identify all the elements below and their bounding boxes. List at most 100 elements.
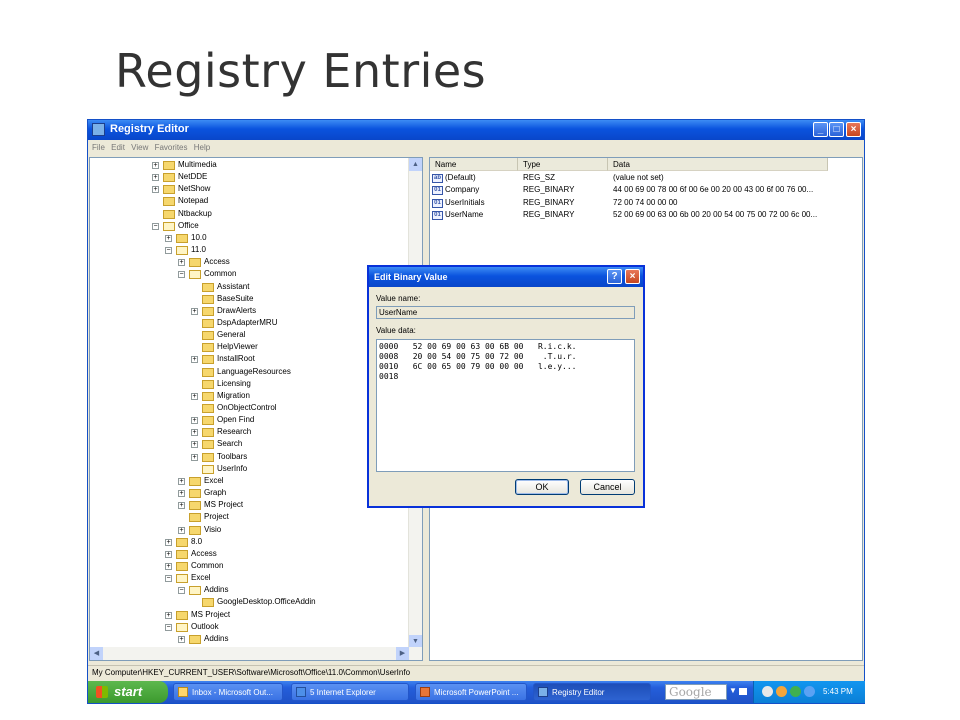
menu-bar: File Edit View Favorites Help <box>88 140 864 156</box>
expand-icon[interactable]: + <box>165 538 172 546</box>
string-value-icon: ab <box>432 174 443 183</box>
status-bar: My Computer\HKEY_CURRENT_USER\Software\M… <box>88 665 864 680</box>
list-item[interactable]: 01 Company REG_BINARY 44 00 69 00 78 00 6f … <box>430 185 862 197</box>
collapse-icon[interactable]: − <box>178 271 185 279</box>
tree-horizontal-scrollbar[interactable]: ◀ ▶ <box>90 647 422 660</box>
expand-icon[interactable]: + <box>191 429 198 437</box>
folder-icon <box>163 161 175 170</box>
expand-icon[interactable]: + <box>165 234 172 242</box>
folder-icon <box>202 464 214 474</box>
column-header-type[interactable]: Type <box>518 158 608 171</box>
taskbar-item-registry-editor[interactable]: Registry Editor <box>533 683 651 701</box>
expand-icon[interactable]: + <box>178 502 185 510</box>
taskbar-item-internet-explorer[interactable]: 5 Internet Explorer <box>291 683 409 701</box>
expand-icon[interactable]: + <box>191 392 198 400</box>
collapse-icon[interactable]: − <box>165 623 172 631</box>
folder-icon <box>163 209 175 219</box>
list-item[interactable]: ab (Default) REG_SZ (value not set) <box>430 173 862 185</box>
collapse-icon[interactable]: − <box>165 247 172 255</box>
tree-node-label: Toolbars <box>217 451 248 461</box>
row-name: UserInitials <box>445 197 485 207</box>
expand-icon[interactable]: + <box>191 356 198 364</box>
value-data-hex-editor[interactable]: 0000 52 00 69 00 63 00 6B 00 R.i.c.k. 00… <box>376 339 635 472</box>
status-path: My Computer\HKEY_CURRENT_USER\Software\M… <box>92 668 411 677</box>
dialog-titlebar[interactable]: Edit Binary Value ? × <box>369 267 643 287</box>
scroll-up-arrow-icon[interactable]: ▲ <box>409 158 422 171</box>
tree-node-label: 8.0 <box>191 536 203 546</box>
start-button[interactable]: start <box>88 681 168 703</box>
scroll-right-arrow-icon[interactable]: ▶ <box>396 647 409 660</box>
expand-icon[interactable]: + <box>165 550 172 558</box>
row-data: 72 00 74 00 00 00 <box>613 197 678 207</box>
menu-view[interactable]: View <box>131 143 148 152</box>
tree-node-label: OnObjectControl <box>217 403 277 412</box>
expand-icon[interactable]: + <box>178 477 185 485</box>
expand-icon[interactable]: + <box>191 453 198 461</box>
tree-node-label: Graph <box>204 488 227 498</box>
tree-node-label: 11.0 <box>191 245 206 255</box>
menu-file[interactable]: File <box>92 143 105 152</box>
folder-icon <box>189 634 201 644</box>
menu-favorites[interactable]: Favorites <box>155 143 188 152</box>
menu-help[interactable]: Help <box>194 143 210 152</box>
menu-edit[interactable]: Edit <box>111 143 125 152</box>
ok-button[interactable]: OK <box>515 479 569 495</box>
tree-node-label: Notepad <box>178 196 209 206</box>
folder-icon <box>202 440 214 450</box>
tray-app-icon[interactable] <box>776 686 787 697</box>
row-name: UserName <box>445 209 484 219</box>
list-item[interactable]: 01 UserName REG_BINARY 52 00 69 00 63 00 6b… <box>430 210 862 222</box>
google-deskbar-search[interactable]: Google <box>665 684 727 700</box>
expand-icon[interactable]: + <box>178 526 185 534</box>
taskbar-item-powerpoint[interactable]: Microsoft PowerPoint ... <box>415 683 527 701</box>
binary-value-icon: 01 <box>432 186 443 196</box>
window-titlebar[interactable]: Registry Editor _ □ × <box>88 120 864 140</box>
list-item[interactable]: 01 UserInitials REG_BINARY 72 00 74 00 00 0… <box>430 198 862 210</box>
folder-icon <box>202 404 214 413</box>
column-header-name[interactable]: Name <box>430 158 518 171</box>
tray-arrow-icon[interactable] <box>762 686 773 697</box>
tray-network-icon[interactable] <box>790 686 801 697</box>
folder-icon <box>202 416 214 426</box>
folder-icon <box>176 561 188 571</box>
tree-node-label: BaseSuite <box>217 293 254 303</box>
tree-node-label: Visio <box>204 524 222 534</box>
cancel-button[interactable]: Cancel <box>580 479 635 495</box>
expand-icon[interactable]: + <box>152 162 159 169</box>
collapse-icon[interactable]: − <box>152 222 159 230</box>
tree-node-label: 10.0 <box>191 232 207 242</box>
expand-icon[interactable]: + <box>191 417 198 425</box>
tree-node-label: MS Project <box>191 609 231 619</box>
folder-icon <box>202 294 214 304</box>
value-name-field: UserName <box>376 306 635 319</box>
scroll-left-arrow-icon[interactable]: ◀ <box>90 647 103 660</box>
deskbar-dropdown-icon[interactable]: ▼ <box>729 686 737 695</box>
expand-icon[interactable]: + <box>165 562 172 570</box>
expand-icon[interactable]: + <box>152 174 159 182</box>
expand-icon[interactable]: + <box>178 635 185 643</box>
expand-icon[interactable]: + <box>165 611 172 619</box>
tree-node-label: Access <box>191 548 217 558</box>
taskbar-item-outlook[interactable]: Inbox - Microsoft Out... <box>173 683 283 701</box>
expand-icon[interactable]: + <box>191 307 198 315</box>
maximize-button[interactable]: □ <box>829 122 844 137</box>
expand-icon[interactable]: + <box>152 186 159 194</box>
tree-node-label: Common <box>191 560 224 570</box>
tray-volume-icon[interactable] <box>804 686 815 697</box>
registry-editor-icon <box>92 123 105 136</box>
tree-node-label: NetDDE <box>178 172 208 182</box>
close-button[interactable]: × <box>846 122 861 137</box>
minimize-button[interactable]: _ <box>813 122 828 137</box>
deskbar-options-icon[interactable] <box>739 688 747 695</box>
column-header-data[interactable]: Data <box>608 158 828 171</box>
expand-icon[interactable]: + <box>178 259 185 267</box>
expand-icon[interactable]: + <box>191 441 198 449</box>
collapse-icon[interactable]: − <box>165 575 172 583</box>
row-data: 52 00 69 00 63 00 6b 00 20 00 54 00 75 0… <box>613 209 818 219</box>
dialog-close-button[interactable]: × <box>625 269 640 284</box>
expand-icon[interactable]: + <box>178 490 185 498</box>
collapse-icon[interactable]: − <box>178 587 185 595</box>
folder-icon <box>176 537 188 547</box>
dialog-help-button[interactable]: ? <box>607 269 622 284</box>
binary-value-icon: 01 <box>432 210 443 220</box>
